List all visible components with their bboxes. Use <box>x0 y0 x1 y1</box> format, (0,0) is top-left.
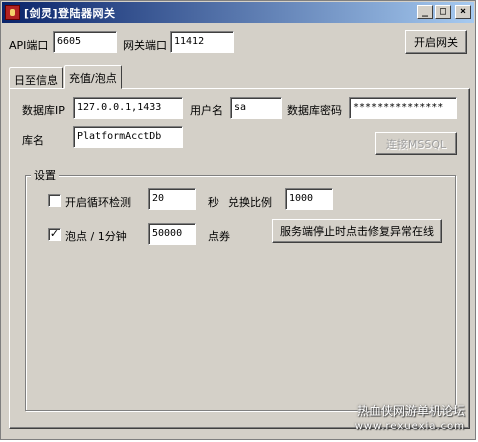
db-name-label: 库名 <box>22 134 44 147</box>
api-port-label: API端口 <box>9 39 49 52</box>
tab-recharge[interactable]: 充值/泡点 <box>64 65 122 89</box>
watermark: 热血侠网游单机论坛 www.rexuexia.com <box>355 403 465 435</box>
db-ip-label: 数据库IP <box>22 104 65 117</box>
maximize-button[interactable]: □ <box>435 5 451 19</box>
start-gateway-button[interactable]: 开启网关 <box>405 30 467 54</box>
loop-check-label: 开启循环检测 <box>65 196 131 209</box>
points-label: 点券 <box>208 230 230 243</box>
db-password-input[interactable]: *************** <box>349 97 457 119</box>
watermark-text: 热血侠网游单机论坛 <box>356 404 465 418</box>
repair-online-button[interactable]: 服务端停止时点击修复异常在线 <box>272 219 442 243</box>
bubble-label: 泡点 / 1分钟 <box>65 230 127 243</box>
gateway-port-input[interactable]: 11412 <box>170 31 234 53</box>
bubble-points-input[interactable]: 50000 <box>148 223 196 245</box>
gateway-port-label: 网关端口 <box>123 39 167 52</box>
db-user-label: 用户名 <box>190 104 223 117</box>
window-title: [剑灵]登陆器网关 <box>24 6 116 20</box>
bubble-checkbox[interactable]: ✓ <box>48 228 61 241</box>
db-name-input[interactable]: PlatformAcctDb <box>73 126 183 148</box>
close-button[interactable]: × <box>455 5 471 19</box>
app-window: [剑灵]登陆器网关 _ □ × API端口 6605 网关端口 11412 开启… <box>0 0 476 440</box>
loop-interval-input[interactable]: 20 <box>148 188 196 210</box>
settings-group <box>25 175 456 411</box>
db-ip-input[interactable]: 127.0.0.1,1433 <box>73 97 183 119</box>
title-bar[interactable]: [剑灵]登陆器网关 _ □ × <box>2 2 474 23</box>
seconds-label: 秒 <box>208 196 219 209</box>
ratio-label: 兑换比例 <box>228 196 272 209</box>
db-password-label: 数据库密码 <box>287 104 342 117</box>
app-icon <box>5 5 20 20</box>
db-user-input[interactable]: sa <box>230 97 282 119</box>
ratio-input[interactable]: 1000 <box>285 188 333 210</box>
api-port-input[interactable]: 6605 <box>53 31 117 53</box>
tab-log[interactable]: 日至信息 <box>9 67 63 89</box>
connect-mssql-button[interactable]: 连接MSSQL <box>375 132 457 155</box>
watermark-url: www.rexuexia.com <box>354 421 465 432</box>
settings-group-title: 设置 <box>31 167 59 183</box>
minimize-button[interactable]: _ <box>417 5 433 19</box>
loop-check-checkbox[interactable] <box>48 194 61 207</box>
